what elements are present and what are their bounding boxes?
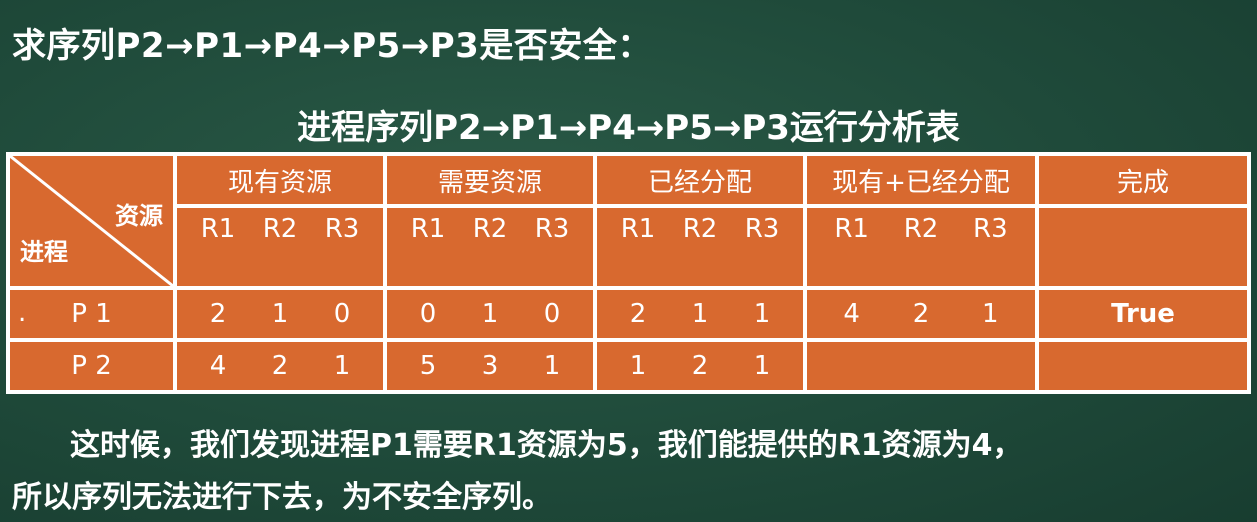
table-row-p1-proc: . P 1 xyxy=(10,290,173,338)
r2-label: R2 xyxy=(262,214,298,244)
value: 1 xyxy=(753,351,771,381)
r3-label: R3 xyxy=(744,214,780,244)
r1-label: R1 xyxy=(620,214,656,244)
value: 1 xyxy=(982,299,999,329)
value: 1 xyxy=(629,351,647,381)
value: 2 xyxy=(629,299,647,329)
p2-finish xyxy=(1039,342,1247,390)
r2-label: R2 xyxy=(472,214,508,244)
subheader-need: R1 R2 R3 xyxy=(387,208,593,286)
value: 1 xyxy=(271,299,289,329)
value: 2 xyxy=(912,299,930,329)
header-work: 现有资源 xyxy=(177,156,383,204)
value: 1 xyxy=(691,299,709,329)
p1-need: 0 1 0 xyxy=(387,290,593,338)
value: 0 xyxy=(333,299,351,329)
header-finish: 完成 xyxy=(1039,156,1247,204)
analysis-table: 资源 进程 现有资源 需要资源 已经分配 现有+已经分配 完成 R1 R2 R3 R… xyxy=(6,152,1251,394)
value: 2 xyxy=(209,299,227,329)
value: 4 xyxy=(209,351,227,381)
proc-label: P 2 xyxy=(71,351,112,381)
row-marker: . xyxy=(18,298,27,328)
subheader-alloc: R1 R2 R3 xyxy=(597,208,803,286)
subheader-work: R1 R2 R3 xyxy=(177,208,383,286)
value: 1 xyxy=(333,351,351,381)
question-text: 求序列P2→P1→P4→P5→P3是否安全： xyxy=(12,26,652,66)
table-row-p2-proc: P 2 xyxy=(10,342,173,390)
value: 5 xyxy=(419,351,437,381)
p2-alloc: 1 2 1 xyxy=(597,342,803,390)
note-line-1: 这时候，我们发现进程P1需要R1资源为5，我们能提供的R1资源为4， xyxy=(70,428,1023,463)
value: 2 xyxy=(691,351,709,381)
p2-need: 5 3 1 xyxy=(387,342,593,390)
p1-alloc: 2 1 1 xyxy=(597,290,803,338)
r2-label: R2 xyxy=(682,214,718,244)
r3-label: R3 xyxy=(973,214,1008,244)
r1-label: R1 xyxy=(834,214,869,244)
value: 0 xyxy=(543,299,561,329)
r2-label: R2 xyxy=(903,214,939,244)
note-line-2: 所以序列无法进行下去，为不安全序列。 xyxy=(12,480,552,515)
p2-sum xyxy=(807,342,1035,390)
header-sum: 现有+已经分配 xyxy=(807,156,1035,204)
p1-work: 2 1 0 xyxy=(177,290,383,338)
value: 1 xyxy=(481,299,499,329)
corner-process-label: 进程 xyxy=(20,238,68,266)
header-alloc: 已经分配 xyxy=(597,156,803,204)
value: 4 xyxy=(843,299,860,329)
r3-label: R3 xyxy=(324,214,360,244)
proc-label: P 1 xyxy=(71,299,112,329)
r1-label: R1 xyxy=(410,214,446,244)
table-title: 进程序列P2→P1→P4→P5→P3运行分析表 xyxy=(297,108,960,148)
header-need: 需要资源 xyxy=(387,156,593,204)
p1-sum: 4 2 1 xyxy=(807,290,1035,338)
p2-work: 4 2 1 xyxy=(177,342,383,390)
r1-label: R1 xyxy=(200,214,236,244)
value: 1 xyxy=(753,299,771,329)
value: 0 xyxy=(419,299,437,329)
corner-cell: 资源 进程 xyxy=(10,156,173,286)
value: 3 xyxy=(481,351,499,381)
corner-resource-label: 资源 xyxy=(115,202,163,230)
value: 1 xyxy=(543,351,561,381)
subheader-sum: R1 R2 R3 xyxy=(807,208,1035,286)
subheader-finish xyxy=(1039,208,1247,286)
r3-label: R3 xyxy=(534,214,570,244)
p1-finish: True xyxy=(1039,290,1247,338)
value: 2 xyxy=(271,351,289,381)
